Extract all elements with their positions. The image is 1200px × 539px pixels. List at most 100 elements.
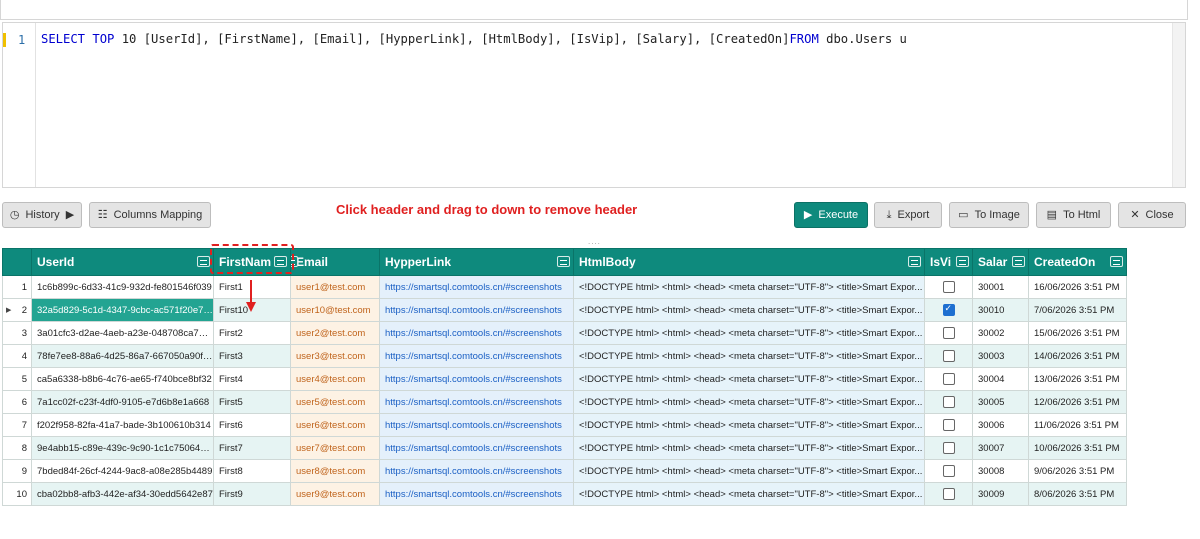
row-number-cell[interactable]: 9 (2, 459, 32, 483)
isvip-cell[interactable] (924, 390, 973, 414)
isvip-checkbox[interactable] (942, 488, 955, 500)
isvip-checkbox[interactable] (942, 419, 955, 431)
execute-button[interactable]: ▶ Execute (794, 202, 868, 228)
row-number-cell[interactable]: ▶ 2 (2, 298, 32, 322)
column-header-htmlbody[interactable]: HtmlBody (573, 248, 925, 276)
htmlbody-cell[interactable]: <!DOCTYPE html> <html> <head> <meta char… (573, 321, 925, 345)
userid-cell[interactable]: f202f958-82fa-41a7-bade-3b100610b314 (31, 413, 214, 437)
row-number-cell[interactable]: 4 (2, 344, 32, 368)
columns-mapping-button[interactable]: ☷ Columns Mapping (89, 202, 211, 228)
sql-code-line[interactable]: SELECT TOP 10 [UserId], [FirstName], [Em… (41, 32, 907, 46)
firstname-cell[interactable]: First10 (213, 298, 291, 322)
email-cell[interactable]: user1@test.com (290, 275, 380, 299)
row-header-corner[interactable] (2, 248, 32, 276)
isvip-checkbox[interactable] (942, 350, 955, 362)
filter-icon[interactable] (274, 256, 287, 267)
createdon-cell[interactable]: 16/06/2026 3:51 PM (1028, 275, 1127, 299)
salary-cell[interactable]: 30003 (972, 344, 1029, 368)
userid-cell[interactable]: 7bded84f-26cf-4244-9ac8-a08e285b4489 (31, 459, 214, 483)
table-row[interactable]: 8 9e4abb15-c89e-439c-9c90-1c1c75064a65 Fir… (2, 436, 1127, 460)
filter-icon[interactable] (1012, 256, 1025, 267)
to-image-button[interactable]: ▭ To Image (949, 202, 1029, 228)
firstname-cell[interactable]: First8 (213, 459, 291, 483)
firstname-cell[interactable]: First4 (213, 367, 291, 391)
close-button[interactable]: ✕ Close (1118, 202, 1186, 228)
createdon-cell[interactable]: 7/06/2026 3:51 PM (1028, 298, 1127, 322)
email-cell[interactable]: user3@test.com (290, 344, 380, 368)
table-row[interactable]: 6 7a1cc02f-c23f-4df0-9105-e7d6b8e1a668 Fir… (2, 390, 1127, 414)
htmlbody-cell[interactable]: <!DOCTYPE html> <html> <head> <meta char… (573, 436, 925, 460)
userid-cell[interactable]: 7a1cc02f-c23f-4df0-9105-e7d6b8e1a668 (31, 390, 214, 414)
isvip-checkbox[interactable] (942, 327, 955, 339)
isvip-cell[interactable] (924, 298, 973, 322)
salary-cell[interactable]: 30007 (972, 436, 1029, 460)
row-number-cell[interactable]: 10 (2, 482, 32, 506)
userid-cell[interactable]: 1c6b899c-6d33-41c9-932d-fe801546f039 (31, 275, 214, 299)
htmlbody-cell[interactable]: <!DOCTYPE html> <html> <head> <meta char… (573, 390, 925, 414)
htmlbody-cell[interactable]: <!DOCTYPE html> <html> <head> <meta char… (573, 298, 925, 322)
isvip-cell[interactable] (924, 344, 973, 368)
isvip-checkbox[interactable] (942, 396, 955, 408)
salary-cell[interactable]: 30009 (972, 482, 1029, 506)
column-header-createdon[interactable]: CreatedOn (1028, 248, 1127, 276)
history-button[interactable]: ◷ History ▶ (2, 202, 82, 228)
email-cell[interactable]: user8@test.com (290, 459, 380, 483)
row-number-cell[interactable]: 6 (2, 390, 32, 414)
userid-cell[interactable]: 3a01cfc3-d2ae-4aeb-a23e-048708ca769c (31, 321, 214, 345)
htmlbody-cell[interactable]: <!DOCTYPE html> <html> <head> <meta char… (573, 344, 925, 368)
row-number-cell[interactable]: 5 (2, 367, 32, 391)
firstname-cell[interactable]: First7 (213, 436, 291, 460)
salary-cell[interactable]: 30005 (972, 390, 1029, 414)
row-number-cell[interactable]: 3 (2, 321, 32, 345)
createdon-cell[interactable]: 14/06/2026 3:51 PM (1028, 344, 1127, 368)
email-cell[interactable]: user5@test.com (290, 390, 380, 414)
hyperlink-cell[interactable]: https://smartsql.comtools.cn/#screenshot… (379, 275, 574, 299)
createdon-cell[interactable]: 10/06/2026 3:51 PM (1028, 436, 1127, 460)
column-header-hypperlink[interactable]: HypperLink (379, 248, 574, 276)
row-number-cell[interactable]: 7 (2, 413, 32, 437)
filter-icon[interactable] (908, 256, 921, 267)
htmlbody-cell[interactable]: <!DOCTYPE html> <html> <head> <meta char… (573, 459, 925, 483)
hyperlink-cell[interactable]: https://smartsql.comtools.cn/#screenshot… (379, 321, 574, 345)
firstname-cell[interactable]: First9 (213, 482, 291, 506)
firstname-cell[interactable]: First6 (213, 413, 291, 437)
email-cell[interactable]: user9@test.com (290, 482, 380, 506)
filter-icon[interactable] (291, 256, 298, 267)
table-row[interactable]: 9 7bded84f-26cf-4244-9ac8-a08e285b4489 Fir… (2, 459, 1127, 483)
table-row[interactable]: 5 ca5a6338-b8b6-4c76-ae65-f740bce8bf32 Fir… (2, 367, 1127, 391)
panel-splitter[interactable]: .... (0, 234, 1190, 246)
email-cell[interactable]: user4@test.com (290, 367, 380, 391)
sql-editor[interactable]: 1 SELECT TOP 10 [UserId], [FirstName], [… (2, 22, 1186, 188)
isvip-cell[interactable] (924, 275, 973, 299)
userid-cell[interactable]: 32a5d829-5c1d-4347-9cbc-ac571f20e710 (31, 298, 214, 322)
isvip-checkbox[interactable] (942, 465, 955, 477)
userid-cell[interactable]: ca5a6338-b8b6-4c76-ae65-f740bce8bf32 (31, 367, 214, 391)
hyperlink-cell[interactable]: https://smartsql.comtools.cn/#screenshot… (379, 459, 574, 483)
createdon-cell[interactable]: 15/06/2026 3:51 PM (1028, 321, 1127, 345)
hyperlink-cell[interactable]: https://smartsql.comtools.cn/#screenshot… (379, 482, 574, 506)
createdon-cell[interactable]: 8/06/2026 3:51 PM (1028, 482, 1127, 506)
userid-cell[interactable]: 78fe7ee8-88a6-4d25-86a7-667050a90fe2 (31, 344, 214, 368)
column-header-firstname[interactable]: FirstNam (213, 248, 291, 276)
table-row[interactable]: 3 3a01cfc3-d2ae-4aeb-a23e-048708ca769c Fir… (2, 321, 1127, 345)
hyperlink-cell[interactable]: https://smartsql.comtools.cn/#screenshot… (379, 390, 574, 414)
isvip-cell[interactable] (924, 367, 973, 391)
htmlbody-cell[interactable]: <!DOCTYPE html> <html> <head> <meta char… (573, 275, 925, 299)
htmlbody-cell[interactable]: <!DOCTYPE html> <html> <head> <meta char… (573, 367, 925, 391)
hyperlink-cell[interactable]: https://smartsql.comtools.cn/#screenshot… (379, 413, 574, 437)
salary-cell[interactable]: 30001 (972, 275, 1029, 299)
isvip-cell[interactable] (924, 321, 973, 345)
hyperlink-cell[interactable]: https://smartsql.comtools.cn/#screenshot… (379, 298, 574, 322)
isvip-checkbox[interactable] (942, 303, 955, 316)
isvip-cell[interactable] (924, 482, 973, 506)
salary-cell[interactable]: 30010 (972, 298, 1029, 322)
editor-scrollbar[interactable] (1172, 23, 1185, 187)
firstname-cell[interactable]: First3 (213, 344, 291, 368)
table-row[interactable]: ▶ 2 32a5d829-5c1d-4347-9cbc-ac571f20e710 Fi… (2, 298, 1127, 322)
hyperlink-cell[interactable]: https://smartsql.comtools.cn/#screenshot… (379, 367, 574, 391)
email-cell[interactable]: user2@test.com (290, 321, 380, 345)
isvip-checkbox[interactable] (942, 442, 955, 454)
table-row[interactable]: 10 cba02bb8-afb3-442e-af34-30edd5642e87 Fi… (2, 482, 1127, 506)
table-row[interactable]: 4 78fe7ee8-88a6-4d25-86a7-667050a90fe2 Fir… (2, 344, 1127, 368)
row-number-cell[interactable]: 1 (2, 275, 32, 299)
